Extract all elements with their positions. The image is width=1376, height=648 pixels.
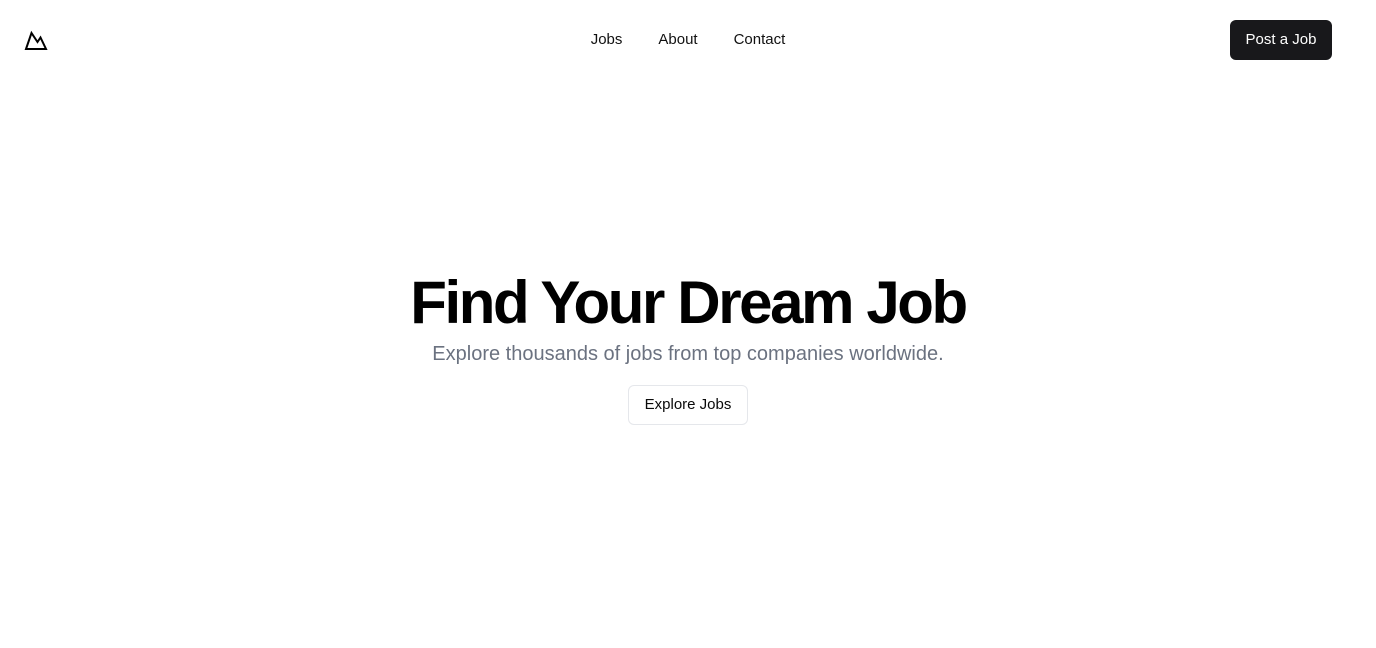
hero-title: Find Your Dream Job: [410, 269, 968, 336]
hero-subtitle: Explore thousands of jobs from top compa…: [432, 343, 944, 365]
explore-jobs-button[interactable]: Explore Jobs: [628, 385, 748, 425]
nav-links: Jobs About Contact: [591, 30, 786, 50]
hero-section: Find Your Dream Job Explore thousands of…: [0, 266, 1376, 425]
page: Jobs About Contact Post a Job Find Your …: [0, 0, 1376, 648]
nav-link-jobs[interactable]: Jobs: [591, 30, 623, 50]
post-a-job-button[interactable]: Post a Job: [1230, 20, 1332, 60]
nav-link-about[interactable]: About: [658, 30, 697, 50]
main-nav: Jobs About Contact: [0, 0, 1376, 80]
mountain-icon[interactable]: [24, 28, 48, 52]
site-header: Jobs About Contact Post a Job: [0, 0, 1376, 80]
nav-link-contact[interactable]: Contact: [734, 30, 786, 50]
